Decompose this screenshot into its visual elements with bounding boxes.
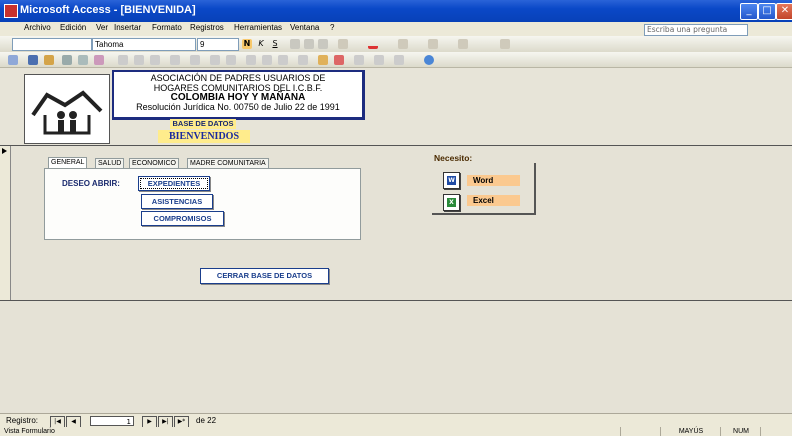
association-logo [24, 74, 110, 144]
view-mode-status: Vista Formulario [4, 428, 55, 435]
expedientes-button[interactable]: EXPEDIENTES [138, 176, 210, 191]
record-navigation-bar: Registro: |◀ ◀ 1 ▶ ▶| ▶* de 22 [0, 413, 792, 428]
align-left-icon[interactable] [290, 39, 300, 49]
special-effect-icon[interactable] [458, 39, 468, 49]
undo-icon[interactable] [170, 55, 180, 65]
current-record-arrow-icon [2, 148, 7, 154]
close-button[interactable]: ✕ [776, 3, 792, 20]
menu-ayuda[interactable]: ? [330, 23, 334, 32]
menu-archivo[interactable]: Archivo [24, 23, 51, 32]
open-label: DESEO ABRIR: [62, 179, 120, 188]
properties-icon[interactable] [354, 55, 364, 65]
word-button[interactable]: W [443, 172, 460, 189]
paste-icon[interactable] [150, 55, 160, 65]
font-color-icon[interactable] [368, 39, 378, 49]
formatting-toolbar: Tahoma 9 N K S [0, 36, 792, 53]
apply-filter-icon[interactable] [278, 55, 288, 65]
menu-bar: Archivo Edición Ver Insertar Formato Reg… [0, 22, 792, 36]
status-panel-end [760, 427, 792, 436]
title-bar: Microsoft Access - [BIENVENIDA] _ □ ✕ [0, 0, 792, 22]
delete-record-icon[interactable] [334, 55, 344, 65]
new-record-icon[interactable] [318, 55, 328, 65]
filter-form-icon[interactable] [262, 55, 272, 65]
align-center-icon[interactable] [304, 39, 314, 49]
new-object-icon[interactable] [394, 55, 404, 65]
sort-desc-icon[interactable] [226, 55, 236, 65]
minimize-button[interactable]: _ [740, 3, 758, 20]
record-label: Registro: [6, 416, 39, 425]
fill-color-icon[interactable] [338, 39, 348, 49]
caps-lock-status: MAYÚS [660, 427, 721, 436]
access-app-icon[interactable] [4, 4, 18, 18]
excel-button[interactable]: X [443, 194, 460, 211]
close-database-button[interactable]: CERRAR BASE DE DATOS [200, 268, 329, 284]
excel-label: Excel [467, 195, 520, 206]
need-label: Necesito: [434, 153, 473, 163]
filter-selection-icon[interactable] [246, 55, 256, 65]
help-icon[interactable] [424, 55, 434, 65]
asistencias-button[interactable]: ASISTENCIAS [141, 194, 213, 209]
num-lock-status: NUM [720, 427, 761, 436]
menu-ver[interactable]: Ver [96, 23, 108, 32]
association-title-box: ASOCIACIÓN DE PADRES USUARIOS DE HOGARES… [112, 70, 365, 120]
object-selector[interactable] [12, 38, 92, 51]
underline-icon[interactable]: S [270, 39, 280, 49]
maximize-button[interactable]: □ [758, 3, 776, 20]
hyperlink-icon[interactable] [190, 55, 200, 65]
cut-icon[interactable] [118, 55, 128, 65]
spelling-icon[interactable] [94, 55, 104, 65]
search-file-icon[interactable] [44, 55, 54, 65]
base-datos-label: BASE DE DATOS [170, 119, 236, 129]
form-footer-divider [0, 300, 792, 301]
menu-ventana[interactable]: Ventana [290, 23, 319, 32]
print-preview-icon[interactable] [78, 55, 88, 65]
menu-edicion[interactable]: Edición [60, 23, 86, 32]
assoc-line-4: Resolución Jurídica No. 00750 de Julio 2… [136, 101, 340, 112]
copy-icon[interactable] [134, 55, 144, 65]
bienvenidos-label: BIENVENIDOS [158, 130, 250, 143]
word-label: Word [467, 175, 520, 186]
menu-insertar[interactable]: Insertar [114, 23, 141, 32]
font-name-select[interactable]: Tahoma [92, 38, 196, 51]
status-bar: Vista Formulario MAYÚS NUM [0, 427, 792, 436]
sort-asc-icon[interactable] [210, 55, 220, 65]
word-icon: W [447, 176, 456, 185]
record-total: de 22 [196, 416, 217, 425]
print-icon[interactable] [62, 55, 72, 65]
bold-icon[interactable]: N [242, 39, 252, 49]
toolbar-options-icon[interactable] [500, 39, 510, 49]
view-icon[interactable] [8, 55, 18, 65]
menu-formato[interactable]: Formato [152, 23, 182, 32]
save-icon[interactable] [28, 55, 38, 65]
line-width-icon[interactable] [428, 39, 438, 49]
menu-herramientas[interactable]: Herramientas [234, 23, 282, 32]
font-size-select[interactable]: 9 [197, 38, 239, 51]
current-record-field[interactable]: 1 [90, 416, 134, 426]
align-right-icon[interactable] [318, 39, 328, 49]
window-title: Microsoft Access - [BIENVENIDA] [20, 4, 196, 16]
status-panel [620, 427, 661, 436]
menu-registros[interactable]: Registros [190, 23, 224, 32]
standard-toolbar [0, 52, 792, 68]
line-color-icon[interactable] [398, 39, 408, 49]
compromisos-button[interactable]: COMPROMISOS [141, 211, 224, 226]
ask-question-input[interactable]: Escriba una pregunta [644, 24, 748, 36]
record-selector[interactable] [0, 146, 11, 300]
find-icon[interactable] [298, 55, 308, 65]
excel-icon: X [447, 198, 456, 207]
italic-icon[interactable]: K [256, 39, 266, 49]
database-window-icon[interactable] [374, 55, 384, 65]
